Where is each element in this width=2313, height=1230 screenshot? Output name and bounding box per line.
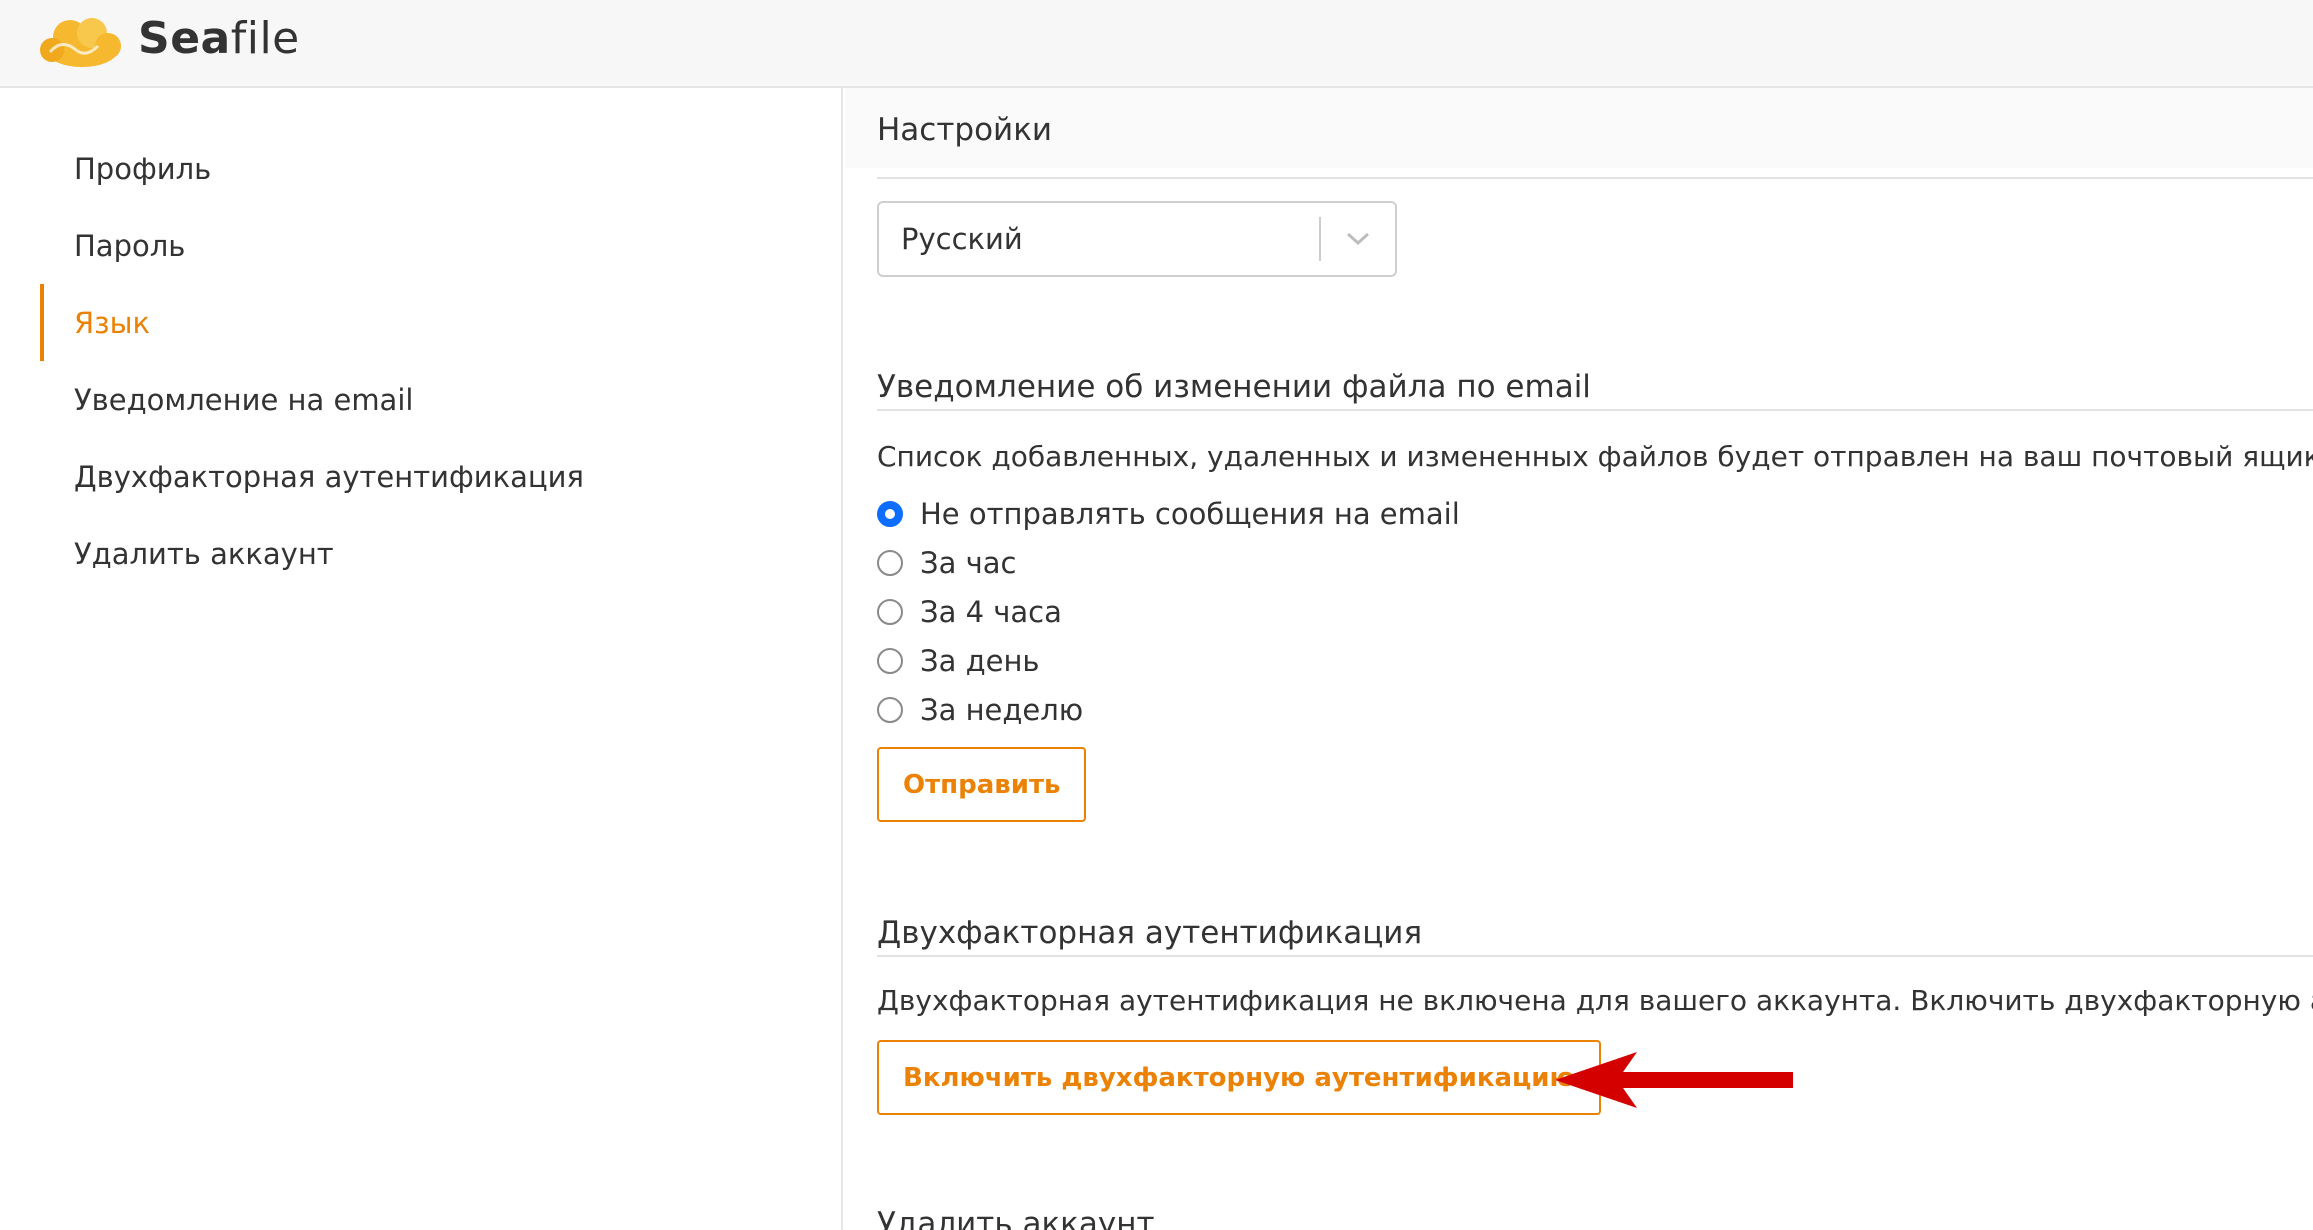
radio-label: Не отправлять сообщения на email (920, 497, 1460, 531)
top-header: Seafile (0, 0, 2313, 88)
two-factor-description: Двухфакторная аутентификация не включена… (877, 984, 2313, 1017)
radio-option-never[interactable]: Не отправлять сообщения на email (877, 494, 1460, 534)
sidebar-item-language[interactable]: Язык (40, 284, 800, 361)
radio-button[interactable] (877, 501, 903, 527)
settings-sidebar: Профиль Пароль Язык Уведомление на email… (0, 88, 843, 1230)
radio-option-weekly[interactable]: За неделю (877, 690, 1083, 730)
annotation-arrow-icon (1555, 1052, 1793, 1108)
radio-option-hourly[interactable]: За час (877, 543, 1016, 583)
divider (877, 955, 2313, 957)
app-name-bold: Sea (138, 13, 231, 64)
radio-label: За день (920, 644, 1040, 678)
sidebar-item-profile[interactable]: Профиль (40, 130, 800, 207)
divider (877, 177, 2313, 179)
radio-label: За неделю (920, 693, 1084, 727)
radio-option-daily[interactable]: За день (877, 641, 1040, 681)
chevron-down-icon[interactable] (1321, 201, 1395, 277)
radio-label: За час (920, 546, 1017, 580)
sidebar-item-two-factor[interactable]: Двухфакторная аутентификация (40, 438, 800, 515)
language-select-value: Русский (901, 222, 1023, 256)
seafile-cloud-icon (40, 18, 121, 67)
radio-button[interactable] (877, 599, 903, 625)
email-notification-title: Уведомление об изменении файла по email (877, 369, 1591, 405)
radio-button[interactable] (877, 697, 903, 723)
radio-label: За 4 часа (920, 595, 1062, 629)
enable-two-factor-button[interactable]: Включить двухфакторную аутентификацию (877, 1040, 1601, 1115)
app-name-rest: file (230, 13, 300, 64)
app-name: Seafile (138, 6, 300, 72)
language-select[interactable]: Русский (877, 201, 1397, 277)
submit-email-settings-button[interactable]: Отправить (877, 747, 1087, 822)
sidebar-item-email-notification[interactable]: Уведомление на email (40, 361, 800, 438)
two-factor-title: Двухфакторная аутентификация (877, 915, 1423, 951)
radio-option-4-hours[interactable]: За 4 часа (877, 592, 1062, 632)
delete-account-title: Удалить аккаунт (877, 1206, 1155, 1230)
radio-button[interactable] (877, 648, 903, 674)
divider (877, 409, 2313, 411)
radio-button[interactable] (877, 550, 903, 576)
email-notification-description: Список добавленных, удаленных и измененн… (877, 440, 2313, 473)
page-title: Настройки (877, 112, 1053, 148)
content-header: Настройки (845, 88, 2313, 168)
app-logo[interactable]: Seafile (30, 6, 300, 72)
sidebar-item-delete-account[interactable]: Удалить аккаунт (40, 515, 800, 592)
sidebar-item-password[interactable]: Пароль (40, 207, 800, 284)
